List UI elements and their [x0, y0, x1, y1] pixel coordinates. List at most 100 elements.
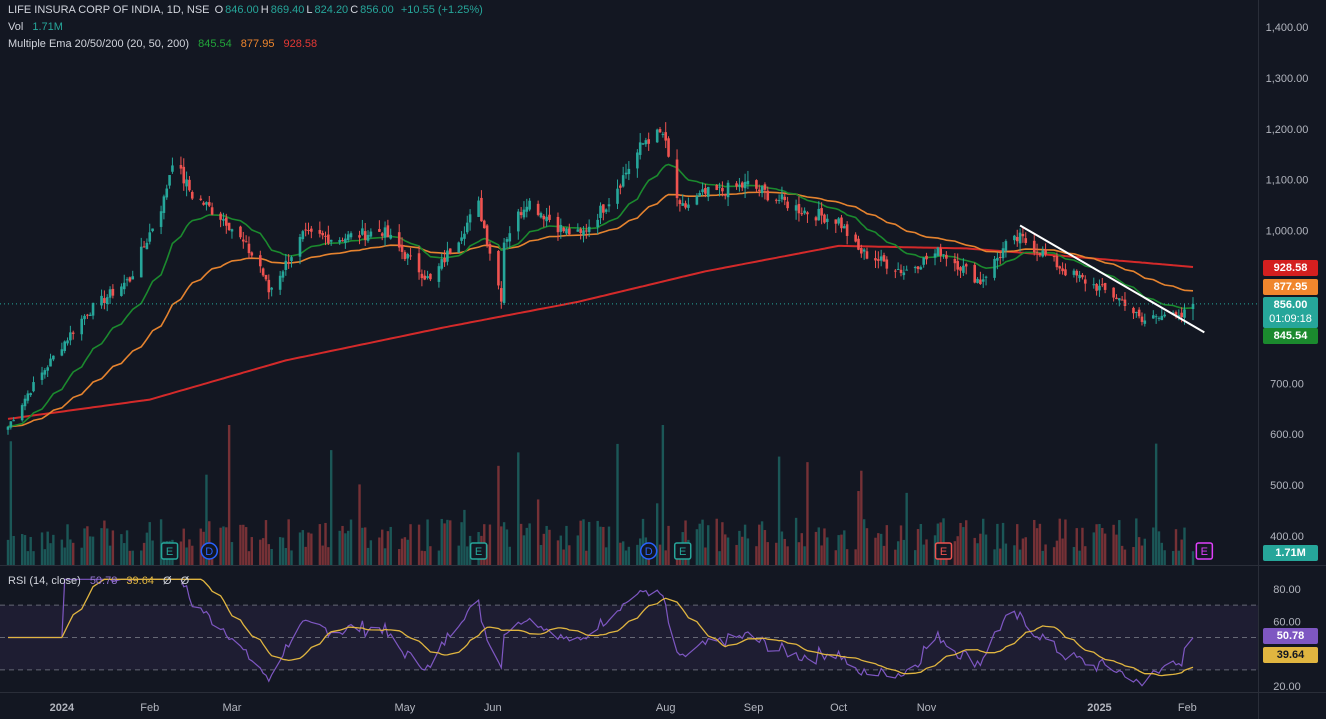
volume-bar	[310, 533, 313, 565]
candle-body	[298, 237, 302, 257]
volume-bar	[123, 543, 126, 565]
volume-bar	[803, 546, 806, 565]
candle-body	[497, 250, 500, 286]
candle-body	[1044, 249, 1047, 255]
rsi-axis-tick: 60.00	[1273, 616, 1301, 628]
candle-body	[250, 252, 254, 256]
volume-bar	[369, 540, 373, 565]
candle-body	[681, 203, 685, 206]
candle-body	[103, 298, 106, 303]
volume-bar	[616, 443, 619, 565]
volume-bar	[636, 544, 639, 565]
candle-body	[446, 250, 449, 262]
candle-body	[896, 268, 900, 270]
volume-bar	[658, 544, 662, 565]
volume-bar	[775, 542, 778, 565]
volume-bar	[128, 550, 132, 565]
candle-body	[936, 247, 940, 256]
candle-body	[899, 269, 903, 273]
volume-bar	[91, 536, 95, 565]
volume-bar	[806, 462, 809, 565]
volume-bar	[619, 542, 622, 565]
ema-label[interactable]: Multiple Ema 20/50/200 (20, 50, 200)	[8, 38, 189, 50]
volume-bar	[741, 536, 744, 565]
volume-bar	[449, 520, 452, 565]
volume-bar	[446, 519, 449, 565]
ohlc-values: O 846.00 H 869.40 L 824.20 C 856.00	[215, 4, 396, 16]
bar-countdown: 01:09:18	[1269, 313, 1312, 325]
candle-body	[1072, 270, 1076, 275]
candle-body	[757, 189, 761, 191]
volume-bar	[304, 546, 307, 565]
candle-body	[480, 197, 483, 222]
candle-body	[698, 192, 702, 197]
candle-body	[539, 213, 543, 218]
chart-canvas[interactable]: 1,400.00 1,300.00 1,200.00 1,100.00 1,000.00…	[0, 0, 1326, 719]
candle-body	[287, 262, 290, 264]
volume-bar	[1041, 550, 1044, 565]
candle-body	[1064, 269, 1067, 276]
volume-bar	[766, 542, 769, 565]
rsi-band	[0, 605, 1258, 670]
volume-bar	[701, 519, 704, 565]
volume-bar	[885, 525, 889, 565]
ohlc-value-h: 869.40	[270, 4, 305, 16]
candle-body	[409, 255, 412, 257]
candle-body	[49, 358, 52, 367]
candle-body	[145, 242, 149, 250]
candle-body	[460, 237, 463, 241]
candle-body	[1140, 316, 1144, 322]
volume-label[interactable]: Vol	[8, 21, 23, 33]
candle-body	[794, 205, 798, 211]
symbol-title[interactable]: LIFE INSURA CORP OF INDIA, 1D, NSE	[8, 4, 210, 16]
volume-bar	[140, 550, 143, 565]
volume-bar	[488, 524, 492, 565]
candle-body	[179, 165, 183, 169]
volume-bar	[1044, 544, 1047, 565]
volume-bar	[120, 534, 123, 565]
volume-bar	[40, 532, 44, 565]
candle-body	[71, 332, 75, 334]
candle-body	[378, 229, 381, 232]
volume-bar	[1058, 518, 1061, 565]
volume-bar	[46, 531, 49, 565]
volume-bar	[956, 536, 959, 565]
volume-bar	[905, 492, 908, 565]
rsi-label[interactable]: RSI (14, close)	[8, 575, 81, 587]
candle-body	[128, 277, 132, 282]
candle-body	[369, 231, 373, 237]
candle-body	[363, 231, 367, 240]
candle-body	[199, 198, 203, 200]
candle-body	[962, 265, 965, 273]
candle-body	[205, 202, 208, 205]
volume-bar	[1038, 523, 1042, 565]
candle-body	[655, 129, 659, 143]
volume-bar	[1118, 520, 1121, 565]
volume-bar	[1061, 538, 1064, 565]
event-marker-label: E	[1201, 546, 1208, 558]
candle-body	[636, 152, 639, 169]
volume-bar	[466, 546, 469, 565]
candle-body	[797, 203, 801, 214]
candle-body	[874, 258, 877, 261]
volume-bar	[148, 522, 151, 565]
volume-bar	[899, 525, 903, 565]
candle-body	[706, 187, 710, 197]
ema200-value: 928.58	[283, 38, 318, 50]
candle-body	[210, 207, 214, 215]
candle-body	[658, 129, 662, 133]
candle-body	[973, 264, 977, 283]
candle-body	[52, 355, 55, 360]
candle-body	[290, 257, 293, 261]
volume-bar	[191, 545, 194, 565]
volume-bar	[528, 523, 531, 565]
candle-body	[976, 278, 979, 283]
ema50-price-tag: 877.95	[1263, 279, 1318, 295]
candle-body	[624, 172, 628, 175]
volume-bar	[1163, 550, 1166, 565]
volume-bar	[32, 551, 35, 565]
candle-body	[318, 230, 322, 234]
volume-bar	[151, 540, 154, 565]
candle-body	[1035, 251, 1039, 253]
volume-bar	[1160, 542, 1164, 565]
